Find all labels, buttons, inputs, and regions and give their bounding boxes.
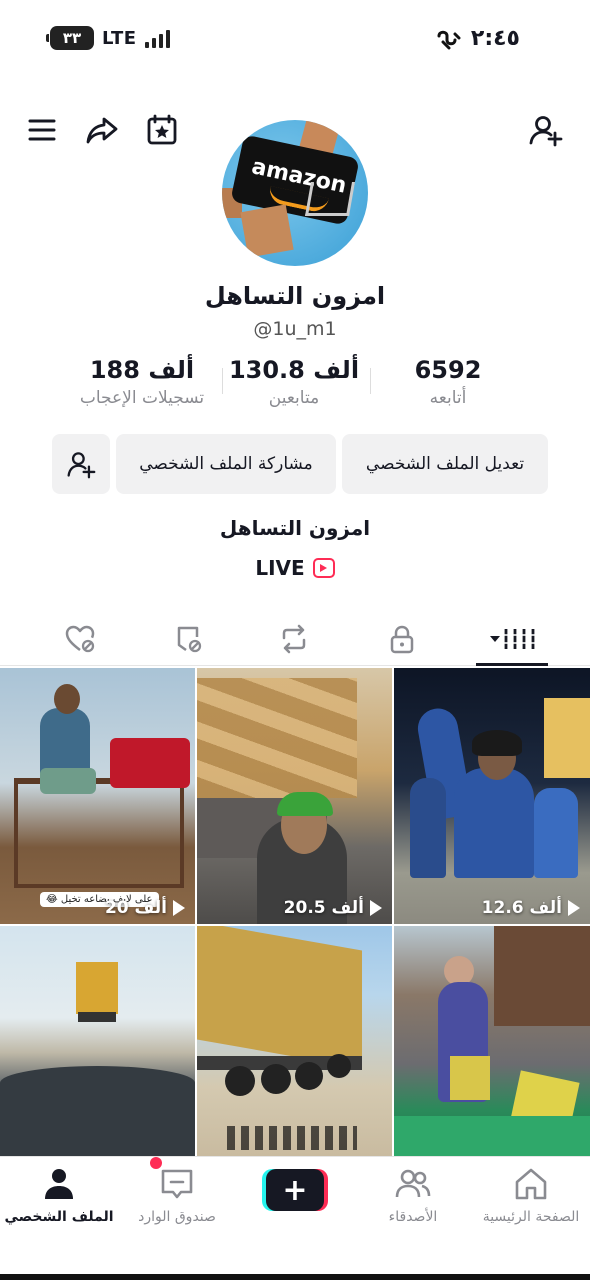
likes-stat[interactable]: 188 ألف تسجيلات الإعجاب — [52, 356, 232, 408]
nav-profile-label: الملف الشخصي — [4, 1209, 114, 1225]
menu-icon[interactable] — [20, 108, 64, 152]
share-arrow-icon[interactable] — [80, 108, 124, 152]
view-count: 20.5 ألف — [284, 898, 382, 918]
display-name: امزون التساهل — [204, 282, 386, 310]
share-profile-button[interactable]: مشاركة الملف الشخصي — [116, 434, 336, 494]
followers-count: 130.8 ألف — [228, 356, 360, 384]
divider — [222, 368, 223, 394]
avatar[interactable]: amazon — [222, 120, 368, 266]
tab-private[interactable] — [362, 612, 442, 666]
grid-bars-icon — [490, 629, 536, 649]
following-stat[interactable]: 6592 أتابعه — [392, 356, 504, 408]
nav-inbox[interactable]: صندوق الوارد — [118, 1165, 236, 1235]
video-thumbnail[interactable] — [394, 926, 590, 1156]
video-thumbnail[interactable] — [197, 926, 392, 1156]
status-bar: ٣٣ LTE ٢:٤٥ — [0, 0, 590, 80]
inbox-icon — [161, 1169, 193, 1199]
profile-icon — [45, 1169, 73, 1199]
bio-text: امزون التساهل — [219, 516, 371, 540]
link-icon — [437, 30, 461, 49]
live-tv-icon — [312, 558, 335, 578]
create-button[interactable]: + — [262, 1169, 328, 1211]
profile-stats: 188 ألف تسجيلات الإعجاب 130.8 ألف متابعي… — [0, 356, 590, 416]
likes-label: تسجيلات الإعجاب — [79, 388, 205, 408]
play-icon — [370, 900, 382, 916]
bottom-nav: الصفحة الرئيسية الأصدقاء + صندوق الوارد … — [0, 1156, 590, 1280]
following-label: أتابعه — [429, 388, 467, 408]
tab-reposts[interactable] — [254, 612, 334, 666]
following-count: 6592 — [414, 356, 482, 384]
divider — [370, 368, 371, 394]
friends-icon — [395, 1169, 431, 1198]
nav-inbox-label: صندوق الوارد — [138, 1209, 216, 1225]
video-thumbnail[interactable]: 😂 على لايف بضاعه تخيل 20 ألف — [0, 668, 195, 924]
tab-favorites[interactable] — [148, 612, 228, 666]
heart-hidden-icon — [65, 625, 95, 653]
live-label: LIVE — [255, 556, 305, 580]
edit-profile-button[interactable]: تعديل الملف الشخصي — [342, 434, 548, 494]
network-type: LTE — [102, 27, 137, 49]
clock-time: ٢:٤٥ — [470, 26, 520, 51]
view-count: 20 ألف — [105, 898, 185, 918]
home-indicator — [0, 1274, 590, 1280]
followers-stat[interactable]: 130.8 ألف متابعين — [224, 356, 364, 408]
home-icon — [515, 1168, 547, 1200]
battery-indicator: ٣٣ — [46, 26, 94, 50]
tab-videos[interactable] — [472, 612, 552, 666]
video-thumbnail[interactable]: 12.6 ألف — [394, 668, 590, 924]
nav-profile[interactable]: الملف الشخصي — [0, 1165, 118, 1235]
live-link[interactable]: LIVE — [0, 556, 590, 580]
view-count: 12.6 ألف — [482, 898, 580, 918]
video-thumbnail[interactable]: 20.5 ألف — [197, 668, 392, 924]
tab-liked[interactable] — [40, 612, 120, 666]
add-user-icon — [67, 452, 96, 479]
nav-friends-label: الأصدقاء — [388, 1209, 438, 1225]
play-icon — [568, 900, 580, 916]
active-tab-indicator — [476, 663, 548, 666]
play-icon — [173, 900, 185, 916]
nav-home[interactable]: الصفحة الرئيسية — [472, 1165, 590, 1235]
bookmark-hidden-icon — [177, 626, 202, 653]
video-thumbnail[interactable] — [0, 926, 195, 1156]
video-grid: 😂 على لايف بضاعه تخيل 20 ألف 20.5 ألف 12… — [0, 668, 590, 1156]
nav-friends[interactable]: الأصدقاء — [354, 1165, 472, 1235]
username: @1u_m1 — [253, 318, 337, 340]
plus-icon: + — [266, 1169, 324, 1211]
add-user-icon[interactable] — [524, 108, 568, 152]
profile-tabs — [0, 612, 590, 666]
notification-dot — [150, 1157, 162, 1169]
lock-icon — [390, 625, 414, 654]
nav-home-label: الصفحة الرئيسية — [482, 1209, 580, 1225]
likes-count: 188 ألف — [89, 356, 195, 384]
calendar-star-icon[interactable] — [140, 108, 184, 152]
signal-icon — [144, 28, 170, 48]
repost-icon — [282, 624, 306, 654]
followers-label: متابعين — [268, 388, 320, 408]
add-friend-button[interactable] — [52, 434, 110, 494]
